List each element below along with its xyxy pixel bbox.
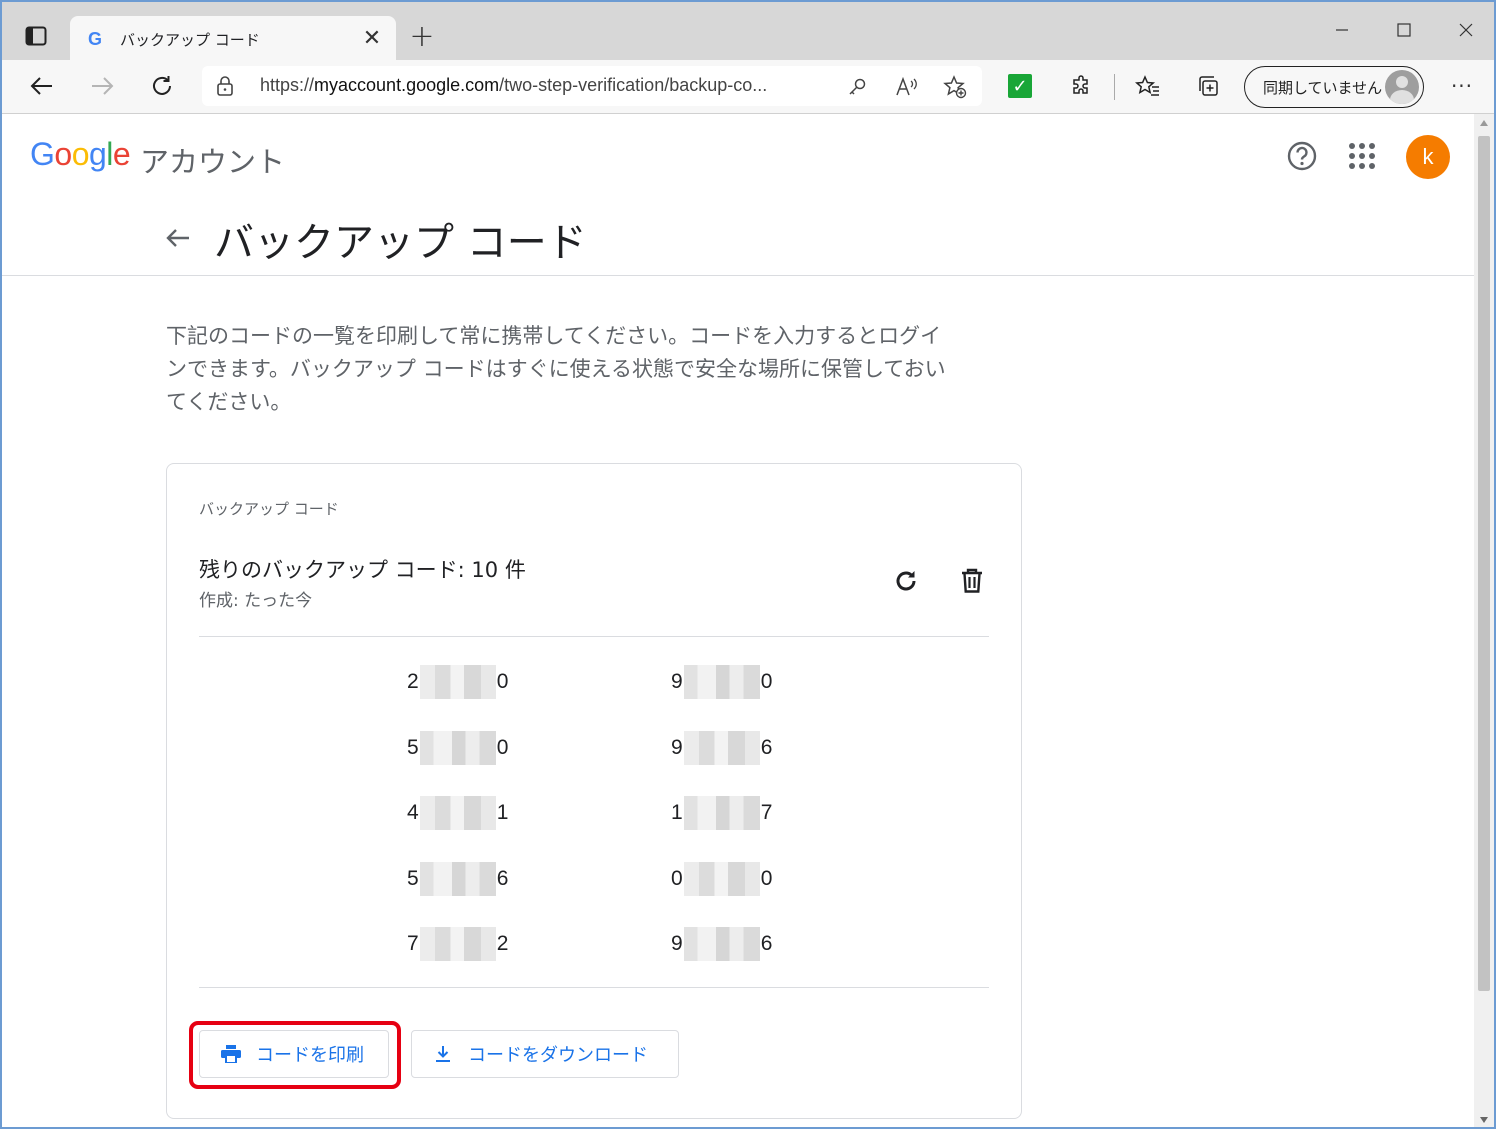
google-logo[interactable]: Google xyxy=(30,136,131,173)
extensions-icon[interactable] xyxy=(1062,66,1102,106)
backup-code: 17 xyxy=(671,795,772,831)
backup-code: 96 xyxy=(671,730,772,766)
minimize-icon[interactable] xyxy=(1320,10,1364,50)
delete-codes-button[interactable] xyxy=(951,560,993,602)
active-tab[interactable]: G バックアップ コード ✕ xyxy=(70,16,396,62)
more-icon[interactable]: ··· xyxy=(1442,66,1482,106)
download-codes-button[interactable]: コードをダウンロード xyxy=(411,1030,679,1078)
back-icon[interactable] xyxy=(22,66,62,106)
google-favicon-icon: G xyxy=(87,28,102,49)
close-icon[interactable] xyxy=(1444,10,1488,50)
print-button-highlight xyxy=(189,1021,401,1089)
profile-button[interactable]: 同期していません xyxy=(1244,66,1424,108)
backup-code: 00 xyxy=(671,861,772,897)
help-icon[interactable] xyxy=(1286,140,1318,172)
key-icon[interactable] xyxy=(842,72,872,102)
extension-check-icon[interactable]: ✓ xyxy=(1008,74,1032,98)
tab-actions-icon[interactable] xyxy=(16,16,56,56)
backup-code: 90 xyxy=(671,664,772,700)
page-content: Google アカウント k バックアップ コード 下記のコードの一覧を印刷して… xyxy=(2,114,1474,1127)
page-scrollbar[interactable] xyxy=(1474,114,1494,1127)
toolbar-separator xyxy=(1114,74,1115,100)
backup-code: 50 xyxy=(407,730,508,766)
read-aloud-icon[interactable] xyxy=(892,72,922,102)
trash-icon xyxy=(962,568,982,593)
profile-avatar-icon xyxy=(1385,70,1419,104)
backup-code: 20 xyxy=(407,664,508,700)
tab-strip: G バックアップ コード ✕ + xyxy=(2,2,1494,62)
collections-icon[interactable] xyxy=(1188,66,1228,106)
profile-sync-label: 同期していません xyxy=(1263,78,1383,97)
backup-code: 72 xyxy=(407,926,508,962)
download-label: コードをダウンロード xyxy=(468,1045,648,1066)
browser-window: G バックアップ コード ✕ + https://myaccount.googl… xyxy=(0,0,1496,1129)
product-name[interactable]: アカウント xyxy=(140,139,285,181)
account-avatar[interactable]: k xyxy=(1406,135,1450,179)
url-text: https://myaccount.google.com/two-step-ve… xyxy=(260,75,768,95)
scroll-thumb[interactable] xyxy=(1478,136,1490,991)
add-favorite-icon[interactable] xyxy=(940,72,970,102)
refresh-icon xyxy=(896,571,916,591)
new-tab-button[interactable]: + xyxy=(406,19,438,54)
page-title-row: バックアップ コード xyxy=(2,206,1474,276)
backup-code: 56 xyxy=(407,861,508,897)
created-time: 作成: たった今 xyxy=(199,591,313,611)
google-account-header: Google アカウント k xyxy=(2,114,1474,194)
forward-icon[interactable] xyxy=(82,66,122,106)
address-bar[interactable]: https://myaccount.google.com/two-step-ve… xyxy=(202,66,982,106)
favorites-icon[interactable] xyxy=(1128,66,1168,106)
backup-code: 96 xyxy=(671,926,772,962)
lock-icon[interactable] xyxy=(216,76,234,100)
page-title: バックアップ コード xyxy=(214,220,587,266)
backup-code: 41 xyxy=(407,795,508,831)
regenerate-codes-button[interactable] xyxy=(885,560,927,602)
card-label: バックアップ コード xyxy=(199,500,339,518)
apps-grid-icon[interactable] xyxy=(1346,140,1378,172)
back-arrow-icon[interactable] xyxy=(162,222,194,254)
tab-close-icon[interactable]: ✕ xyxy=(360,26,384,51)
refresh-icon[interactable] xyxy=(142,66,182,106)
divider-top xyxy=(199,636,989,637)
maximize-icon[interactable] xyxy=(1382,10,1426,50)
tab-title: バックアップ コード xyxy=(120,30,260,49)
remaining-codes-count: 残りのバックアップ コード: 10 件 xyxy=(199,558,526,582)
page-description: 下記のコードの一覧を印刷して常に携帯してください。コードを入力するとログインでき… xyxy=(166,324,946,414)
download-icon xyxy=(432,1043,454,1065)
scroll-up-icon[interactable] xyxy=(1480,120,1488,126)
browser-toolbar: https://myaccount.google.com/two-step-ve… xyxy=(2,60,1494,114)
scroll-down-icon[interactable] xyxy=(1480,1117,1488,1123)
divider-bottom xyxy=(199,987,989,988)
